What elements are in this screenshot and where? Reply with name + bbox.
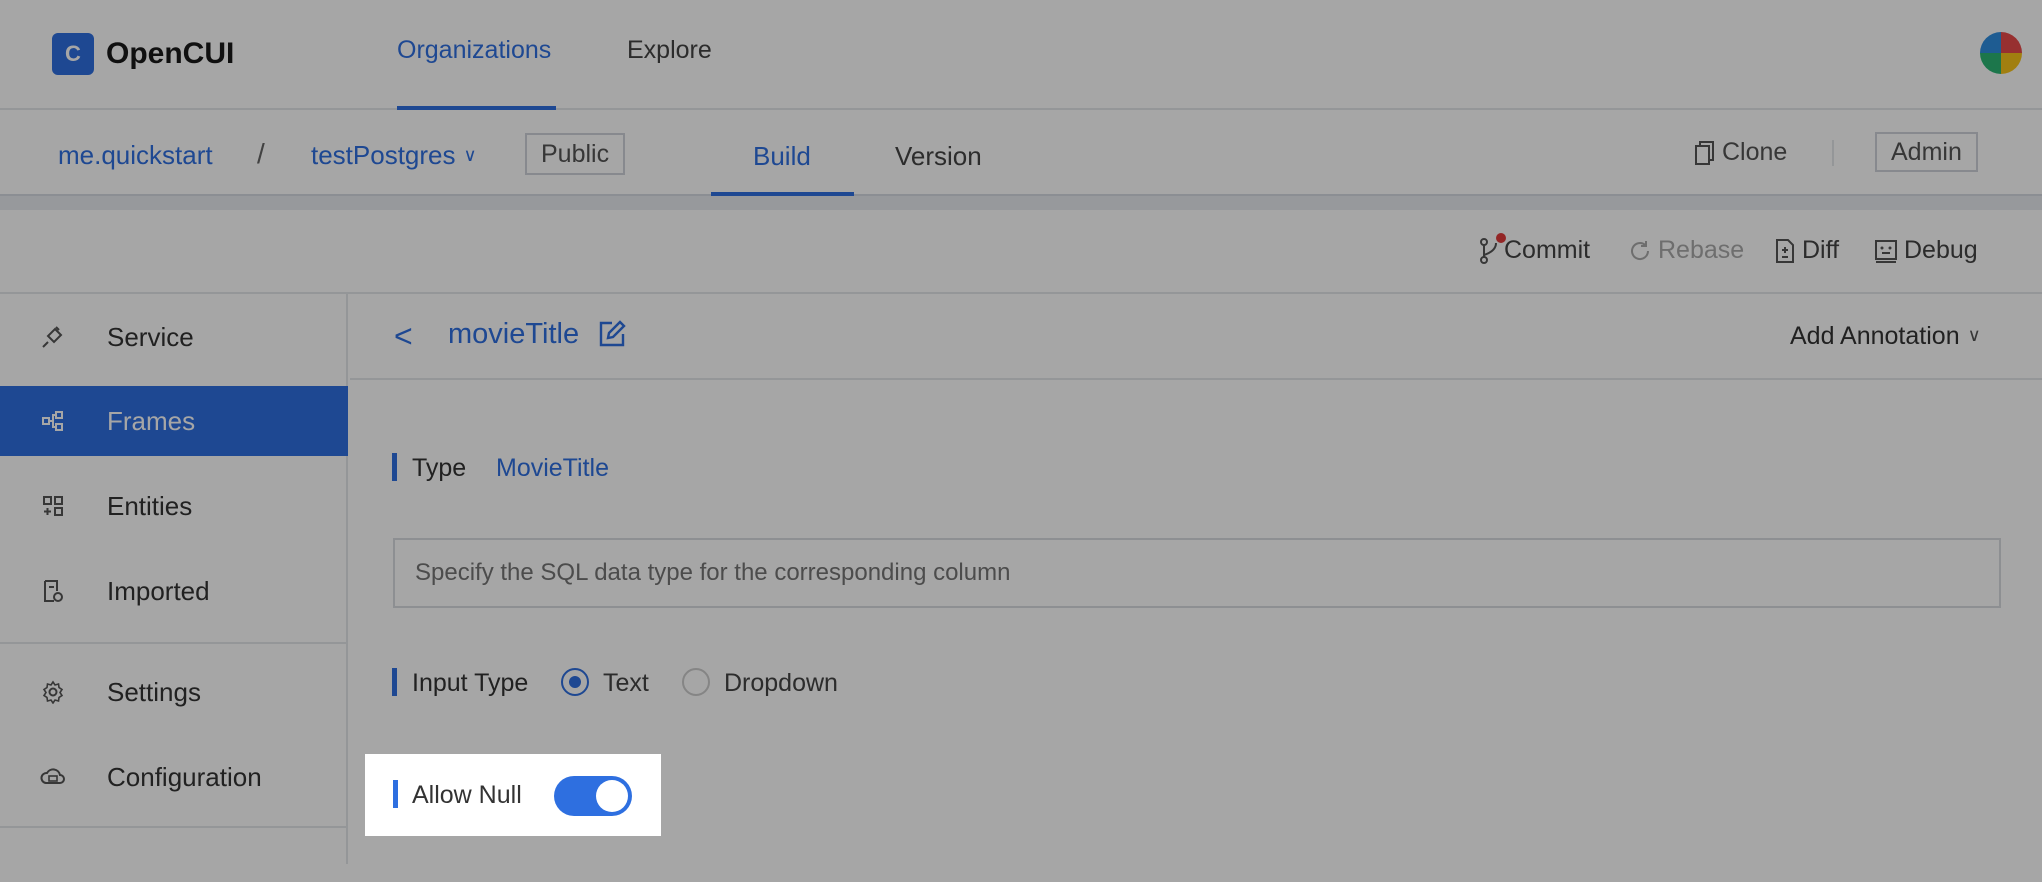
type-value-link[interactable]: MovieTitle bbox=[496, 454, 609, 483]
field-marker bbox=[393, 780, 398, 808]
radio-dropdown[interactable] bbox=[682, 668, 710, 696]
radio-text[interactable] bbox=[561, 668, 589, 696]
diff-label: Diff bbox=[1802, 236, 1840, 264]
sidebar-divider bbox=[0, 826, 348, 828]
rebase-label: Rebase bbox=[1658, 236, 1745, 264]
sql-type-input[interactable] bbox=[393, 538, 2001, 608]
diff-button[interactable]: Diff bbox=[1774, 236, 1839, 265]
project-bar: me.quickstart / testPostgres ∨ Public Bui… bbox=[0, 110, 2042, 196]
entities-icon bbox=[40, 493, 66, 519]
edit-icon[interactable] bbox=[598, 320, 626, 353]
logo-icon: C bbox=[52, 33, 94, 75]
sidebar-item-label: Service bbox=[107, 321, 194, 352]
commit-button[interactable]: Commit bbox=[1478, 232, 1591, 265]
action-toolbar: Commit Rebase Diff Debug bbox=[0, 210, 2042, 294]
copy-icon bbox=[1695, 140, 1714, 165]
admin-button[interactable]: Admin bbox=[1875, 132, 1978, 172]
sidebar-item-label: Configuration bbox=[107, 761, 262, 792]
sidebar-divider bbox=[0, 642, 348, 644]
chevron-down-icon: ∨ bbox=[1967, 325, 1981, 345]
debug-button[interactable]: Debug bbox=[1874, 236, 1978, 265]
avatar[interactable] bbox=[1980, 32, 2022, 74]
field-marker bbox=[392, 668, 397, 696]
sidebar-item-configuration[interactable]: Configuration bbox=[0, 742, 348, 812]
commit-label: Commit bbox=[1504, 236, 1591, 264]
tab-version[interactable]: Version bbox=[895, 141, 982, 172]
radio-dropdown-label: Dropdown bbox=[724, 669, 838, 697]
allow-null-toggle[interactable] bbox=[554, 776, 632, 816]
back-button[interactable]: < bbox=[394, 318, 413, 355]
sidebar-item-imported[interactable]: Imported bbox=[0, 556, 348, 626]
toggle-knob bbox=[596, 780, 628, 812]
sidebar-item-label: Entities bbox=[107, 490, 193, 521]
app-logo[interactable]: C OpenCUI bbox=[52, 33, 234, 75]
refresh-icon bbox=[1631, 240, 1650, 260]
breadcrumb-separator: / bbox=[257, 138, 265, 169]
sidebar-item-service[interactable]: Service bbox=[0, 302, 348, 372]
sidebar: Service Frames Entities Imported Setting… bbox=[0, 294, 348, 864]
input-type-label: Input Type bbox=[412, 669, 529, 697]
branch-icon bbox=[1478, 232, 1506, 265]
frame-title: movieTitle bbox=[448, 318, 580, 350]
imported-icon bbox=[40, 578, 66, 604]
radio-text-label: Text bbox=[603, 669, 649, 697]
sidebar-item-label: Settings bbox=[107, 676, 201, 707]
tab-explore[interactable]: Explore bbox=[627, 36, 712, 65]
debug-icon bbox=[1875, 239, 1897, 263]
sidebar-item-frames[interactable]: Frames bbox=[0, 386, 348, 456]
add-annotation-dropdown[interactable]: Add Annotation ∨ bbox=[1790, 322, 1981, 351]
plug-icon bbox=[40, 324, 66, 350]
visibility-badge: Public bbox=[525, 133, 626, 175]
sidebar-item-label: Imported bbox=[107, 575, 210, 606]
add-annotation-label: Add Annotation bbox=[1790, 322, 1960, 350]
chevron-down-icon: ∨ bbox=[463, 145, 477, 165]
tab-organizations[interactable]: Organizations bbox=[397, 36, 551, 65]
clone-button[interactable]: Clone bbox=[1694, 138, 1787, 167]
editor-header: < movieTitle Add Annotation ∨ bbox=[350, 294, 2042, 380]
project-name: testPostgres bbox=[311, 140, 456, 170]
sidebar-item-entities[interactable]: Entities bbox=[0, 471, 348, 541]
frames-icon bbox=[40, 408, 66, 434]
sidebar-item-label: Frames bbox=[107, 405, 196, 436]
allow-null-label: Allow Null bbox=[412, 781, 522, 809]
notification-dot bbox=[1496, 232, 1506, 243]
field-marker bbox=[392, 453, 397, 481]
clone-label: Clone bbox=[1722, 138, 1788, 166]
divider-stripe bbox=[0, 196, 2042, 210]
cloud-config-icon bbox=[40, 764, 66, 790]
breadcrumb-org[interactable]: me.quickstart bbox=[58, 140, 213, 171]
project-selector[interactable]: testPostgres ∨ bbox=[311, 140, 477, 171]
diff-icon bbox=[1776, 238, 1794, 263]
gear-icon bbox=[40, 679, 66, 705]
rebase-button[interactable]: Rebase bbox=[1628, 236, 1744, 265]
debug-label: Debug bbox=[1904, 236, 1978, 264]
tab-build[interactable]: Build bbox=[753, 141, 811, 172]
logo-glyph: C bbox=[65, 41, 81, 66]
type-label: Type bbox=[412, 454, 467, 482]
sidebar-item-settings[interactable]: Settings bbox=[0, 657, 348, 727]
app-name: OpenCUI bbox=[106, 37, 235, 70]
divider bbox=[1832, 140, 1834, 166]
top-nav: C OpenCUI Organizations Explore bbox=[0, 0, 2042, 110]
